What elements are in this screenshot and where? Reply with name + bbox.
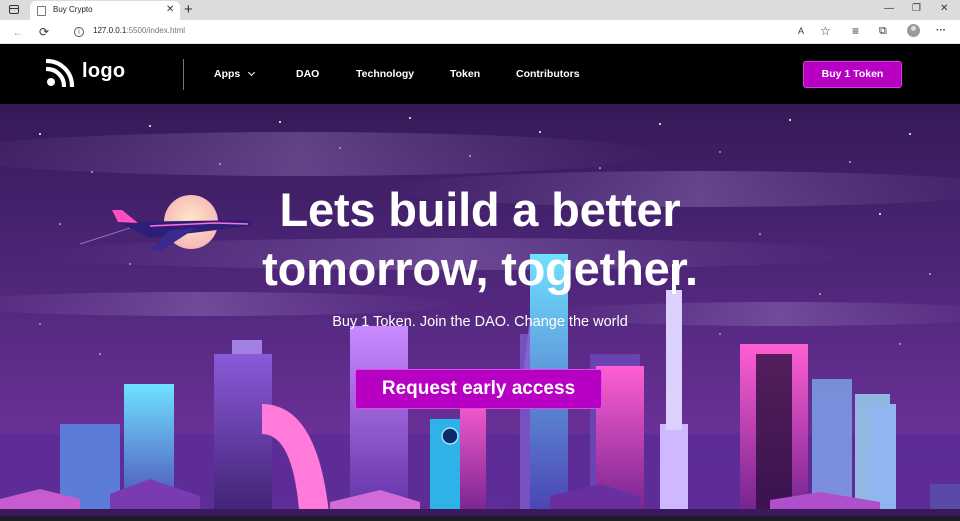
address-bar[interactable]: i 127.0.0.1:5500/index.html (62, 22, 948, 42)
tab-actions-icon[interactable] (9, 5, 19, 14)
page-favicon-icon (37, 6, 46, 16)
buy-token-button[interactable]: Buy 1 Token (803, 61, 902, 88)
favorites-icon[interactable]: ≡ (852, 24, 859, 38)
site-header: logo Apps DAO Technology Token Contribut… (0, 44, 960, 104)
hero-section: Lets build a better tomorrow, together. … (0, 104, 960, 521)
logo-icon (44, 58, 75, 89)
read-aloud-icon[interactable]: A (798, 24, 804, 38)
hero-title: Lets build a better tomorrow, together. (180, 180, 780, 298)
maximize-icon[interactable]: ❐ (912, 3, 921, 15)
chevron-down-icon (248, 68, 256, 77)
nav-item-apps[interactable]: Apps (214, 68, 256, 80)
hero-title-line-1: Lets build a better (279, 183, 681, 236)
os-taskbar (0, 516, 960, 521)
nav-item-dao[interactable]: DAO (296, 68, 319, 80)
profile-icon[interactable] (907, 24, 920, 37)
nav-item-token[interactable]: Token (450, 68, 480, 80)
back-icon[interactable]: ← (12, 24, 24, 40)
nav-apps-label: Apps (214, 68, 241, 80)
browser-tab-bar: Buy Crypto ✕ + — ❐ ✕ (0, 0, 960, 20)
collections-icon[interactable]: ⧉ (879, 24, 887, 38)
address-toolbar: ← ⟳ i 127.0.0.1:5500/index.html A ☆ ≡ ⧉ … (0, 20, 960, 44)
url-host: 127.0.0.1 (93, 26, 127, 35)
close-tab-icon[interactable]: ✕ (166, 4, 174, 16)
site-info-icon[interactable]: i (74, 27, 84, 37)
reload-icon[interactable]: ⟳ (39, 24, 49, 40)
close-window-icon[interactable]: ✕ (940, 3, 948, 15)
nav-divider (183, 59, 184, 90)
url-path: :5500/index.html (126, 26, 186, 35)
favorite-add-icon[interactable]: ☆ (820, 24, 831, 38)
hero-title-line-2: tomorrow, together. (262, 242, 698, 295)
request-early-access-button[interactable]: Request early access (355, 369, 602, 409)
more-icon[interactable]: ··· (936, 24, 946, 38)
logo-text: logo (82, 60, 126, 82)
minimize-icon[interactable]: — (884, 3, 894, 15)
tab-title: Buy Crypto (53, 5, 93, 14)
nav-item-technology[interactable]: Technology (356, 68, 414, 80)
url-text[interactable]: 127.0.0.1:5500/index.html (93, 26, 185, 35)
nav-item-contributors[interactable]: Contributors (516, 68, 580, 80)
hero-background-illustration (0, 117, 960, 521)
site-logo[interactable]: logo (44, 58, 125, 89)
hero-subtitle: Buy 1 Token. Join the DAO. Change the wo… (332, 314, 628, 330)
new-tab-icon[interactable]: + (184, 1, 193, 18)
browser-tab[interactable]: Buy Crypto ✕ (30, 1, 180, 20)
